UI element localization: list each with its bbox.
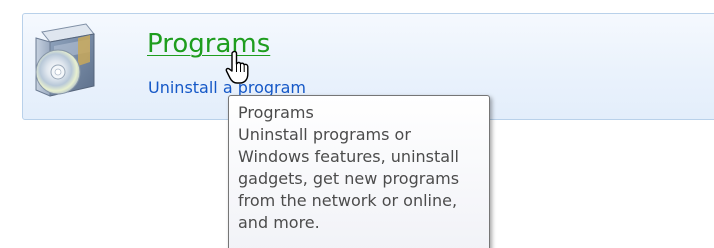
- programs-box-with-disc-icon[interactable]: [28, 22, 108, 100]
- programs-tooltip: Programs Uninstall programs or Windows f…: [228, 95, 490, 248]
- control-panel-view: Programs Uninstall a program Programs Un…: [0, 0, 714, 248]
- tooltip-description: Uninstall programs or Windows features, …: [238, 125, 460, 232]
- hand-pointer-icon: [225, 50, 249, 84]
- tooltip-title: Programs: [238, 103, 314, 122]
